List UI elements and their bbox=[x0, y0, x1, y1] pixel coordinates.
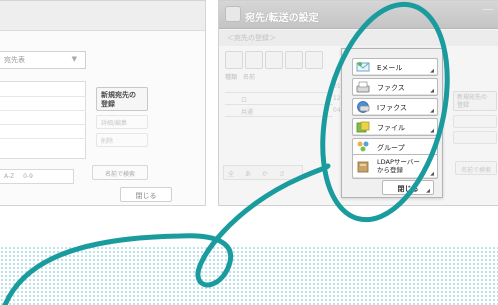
connector-curve bbox=[2, 163, 331, 305]
highlight-ellipse bbox=[320, 1, 450, 223]
highlight-overlay bbox=[2, 1, 450, 305]
